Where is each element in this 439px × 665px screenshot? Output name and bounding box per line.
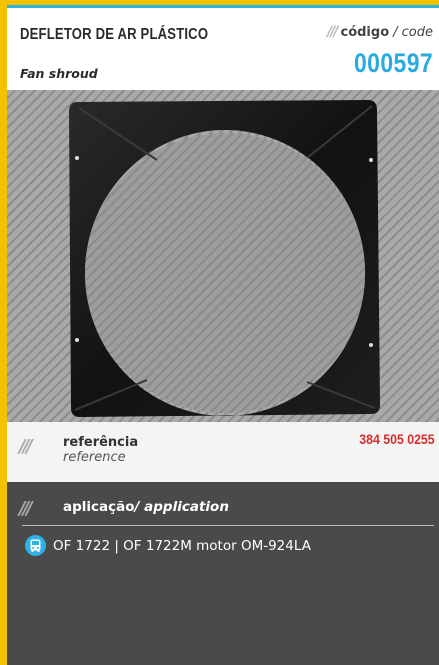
application-item: OF 1722 | OF 1722M motor OM-924LA	[25, 535, 311, 556]
fan-shroud-image	[69, 100, 380, 417]
shroud-opening	[85, 133, 365, 413]
application-section: /// aplicação/ application OF 1722 | OF …	[7, 482, 439, 665]
code-label-pt: código	[340, 24, 390, 40]
slashes-icon: ///	[327, 24, 338, 40]
slashes-icon: ///	[19, 436, 33, 457]
application-label: aplicação/ application	[63, 499, 229, 515]
code-label-en: / code	[393, 24, 433, 40]
left-accent-bar	[0, 0, 7, 665]
product-header: DEFLETOR DE AR PLÁSTICO Fan shroud /// c…	[7, 8, 439, 90]
reference-number: 384 505 0255	[359, 431, 435, 447]
application-label-en: / application	[134, 499, 229, 515]
product-photo	[7, 90, 439, 422]
reference-sublabel: reference	[63, 450, 126, 465]
divider	[22, 525, 434, 526]
application-label-pt: aplicação	[63, 499, 135, 515]
bus-icon	[25, 535, 46, 556]
product-sheet: DEFLETOR DE AR PLÁSTICO Fan shroud /// c…	[0, 0, 439, 665]
slashes-icon: ///	[19, 498, 33, 519]
code-label: /// código / code	[327, 24, 433, 40]
product-code: 000597	[353, 48, 433, 78]
application-text: OF 1722 | OF 1722M motor OM-924LA	[53, 537, 311, 554]
product-subtitle: Fan shroud	[20, 66, 98, 81]
reference-label: referência	[63, 435, 139, 450]
product-title: DEFLETOR DE AR PLÁSTICO	[20, 26, 209, 43]
reference-section: /// referência reference 384 505 0255	[7, 422, 439, 482]
